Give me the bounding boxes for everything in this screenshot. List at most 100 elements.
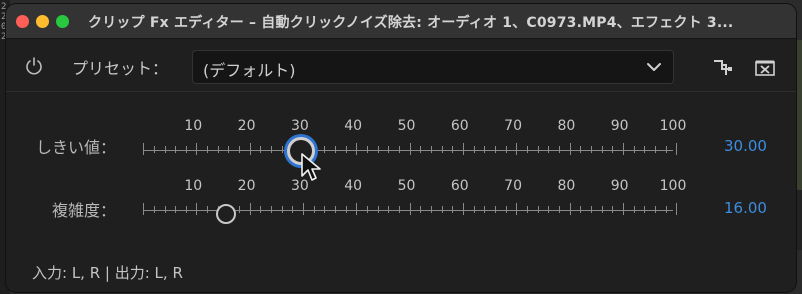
- preset-dropdown[interactable]: (デフォルト): [192, 50, 674, 84]
- slider-tick: [367, 146, 369, 153]
- slider-tick: [548, 206, 550, 213]
- scale-label: 50: [397, 178, 416, 194]
- minimize-window-button[interactable]: [36, 15, 49, 28]
- slider-tick: [249, 203, 251, 215]
- slider-tick: [569, 203, 571, 215]
- scale-label: 100: [659, 178, 687, 194]
- slider-tick: [356, 143, 358, 155]
- slider-tick: [494, 146, 496, 153]
- slider-tick: [537, 206, 539, 213]
- preset-label: プリセット：: [72, 59, 169, 78]
- slider-tick: [335, 206, 337, 213]
- slider-tick: [217, 146, 219, 153]
- complexity-slider[interactable]: 10 20 30 40 50 60 70 80 90 100: [143, 174, 686, 234]
- slider-tick: [622, 143, 624, 155]
- slider-tick: [473, 146, 475, 153]
- slider-tick: [665, 206, 667, 213]
- scale-label: 30: [290, 118, 309, 134]
- close-window-button[interactable]: [16, 15, 29, 28]
- complexity-label: 複雑度：: [52, 201, 117, 220]
- slider-tick: [313, 206, 315, 213]
- slider-tick: [175, 206, 177, 213]
- scale-label: 60: [450, 118, 469, 134]
- slider-tick: [207, 146, 209, 153]
- slider-tick: [292, 206, 294, 213]
- slider-tick: [601, 206, 603, 213]
- slider-tick: [590, 206, 592, 213]
- slider-tick: [580, 206, 582, 213]
- slider-tick: [281, 146, 283, 153]
- slider-tick: [356, 203, 358, 215]
- slider-tick: [654, 146, 656, 153]
- slider-tick: [452, 146, 454, 153]
- scale-label: 20: [237, 118, 256, 134]
- scale-label: 60: [450, 178, 469, 194]
- complexity-value[interactable]: 16.00: [724, 199, 767, 217]
- slider-tick: [462, 203, 464, 215]
- delete-icon[interactable]: [754, 59, 776, 77]
- slider-tick: [676, 203, 678, 215]
- slider-tick: [612, 146, 614, 153]
- scale-label: 20: [237, 178, 256, 194]
- slider-tick: [164, 146, 166, 153]
- slider-tick: [143, 203, 145, 215]
- slider-tick: [473, 206, 475, 213]
- threshold-value[interactable]: 30.00: [724, 137, 767, 155]
- threshold-slider[interactable]: 10 20 30 40 50 60 70 80 90 100: [143, 114, 686, 174]
- title-bar[interactable]: クリップ Fx エディター – 自動クリックノイズ除去: オーディオ 1、C09…: [6, 4, 796, 39]
- slider-knob[interactable]: [216, 204, 237, 224]
- scale-label: 70: [504, 178, 523, 194]
- slider-tick: [207, 206, 209, 213]
- slider-tick: [185, 146, 187, 153]
- slider-tick: [516, 203, 518, 215]
- slider-tick: [633, 206, 635, 213]
- slider-tick: [399, 206, 401, 213]
- slider-tick: [431, 146, 433, 153]
- clip-fx-editor-window: クリップ Fx エディター – 自動クリックノイズ除去: オーディオ 1、C09…: [6, 4, 796, 292]
- slider-tick: [654, 206, 656, 213]
- scale-label: 80: [557, 118, 576, 134]
- slider-tick: [388, 146, 390, 153]
- slider-tick: [494, 206, 496, 213]
- slider-tick: [281, 206, 283, 213]
- slider-tick: [409, 203, 411, 215]
- slider-tick: [143, 143, 145, 155]
- io-routing-info: 入力: L, R | 出力: L, R: [32, 264, 183, 282]
- slider-tick: [228, 146, 230, 153]
- preset-selected-value: (デフォルト): [203, 61, 296, 80]
- threshold-label: しきい値：: [36, 138, 117, 157]
- scale-label: 90: [610, 118, 629, 134]
- slider-tick: [676, 143, 678, 155]
- slider-tick: [633, 146, 635, 153]
- slider-tick: [409, 143, 411, 155]
- slider-tick: [345, 146, 347, 153]
- slider-tick: [196, 143, 198, 155]
- slider-tick: [271, 206, 273, 213]
- slider-tick: [484, 146, 486, 153]
- scale-label: 10: [184, 118, 203, 134]
- routing-icon[interactable]: [712, 59, 734, 77]
- slider-tick: [324, 146, 326, 153]
- slider-tick: [526, 146, 528, 153]
- slider-tick: [537, 146, 539, 153]
- slider-tick: [441, 206, 443, 213]
- power-icon[interactable]: [24, 56, 44, 76]
- slider-tick: [420, 146, 422, 153]
- scale-label: 50: [397, 118, 416, 134]
- maximize-window-button[interactable]: [56, 15, 69, 28]
- slider-track[interactable]: [143, 150, 673, 151]
- slider-tick: [153, 146, 155, 153]
- scale-label: 40: [344, 178, 363, 194]
- slider-tick: [548, 146, 550, 153]
- slider-tick: [164, 206, 166, 213]
- slider-tick: [377, 206, 379, 213]
- slider-tick: [260, 146, 262, 153]
- slider-tick: [377, 146, 379, 153]
- slider-tick: [335, 146, 337, 153]
- slider-tick: [260, 206, 262, 213]
- slider-tick: [526, 206, 528, 213]
- preset-toolbar: プリセット： (デフォルト): [6, 39, 796, 92]
- slider-tick: [388, 206, 390, 213]
- slider-tick: [569, 143, 571, 155]
- scale-label: 40: [344, 118, 363, 134]
